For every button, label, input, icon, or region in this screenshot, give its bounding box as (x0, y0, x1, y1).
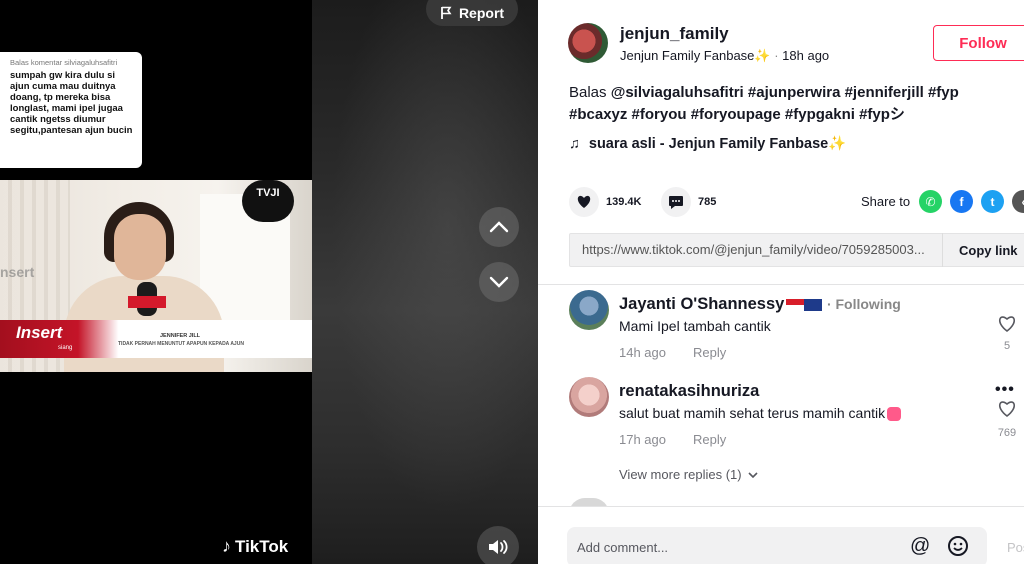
heart-face-emoji-icon (887, 407, 902, 422)
insert-watermark: nsert (0, 264, 35, 280)
insert-brand-logo: Insert (16, 323, 63, 342)
commenter-name[interactable]: renatakasihnuriza (619, 382, 759, 401)
comment-composer: @ (567, 527, 987, 564)
caption-prefix: Balas (569, 84, 611, 101)
channel-logo: TVJI (242, 180, 294, 222)
comment-time: 17h ago (619, 432, 666, 447)
reply-sticker-header: Balas komentar silviagaluhsafitri (10, 58, 118, 67)
commenter-name[interactable]: Jayanti O'Shannessy · Following (619, 295, 901, 314)
facebook-icon[interactable]: f (950, 190, 973, 213)
emoji-icon[interactable] (947, 535, 969, 562)
comment-bubble-icon[interactable] (661, 187, 691, 217)
follow-button[interactable]: Follow (933, 25, 1024, 61)
previous-video-button[interactable] (479, 207, 519, 247)
heart-icon[interactable] (569, 187, 599, 217)
copy-link-button[interactable]: Copy link (943, 243, 1018, 258)
following-badge: · Following (826, 296, 901, 312)
music-title: suara asli - Jenjun Family Fanbase✨ (588, 136, 847, 152)
commenter-avatar[interactable] (569, 377, 609, 417)
microphone-flag (128, 296, 166, 308)
author-username[interactable]: jenjun_family (620, 24, 729, 44)
comment-composer-bar: @ Post (538, 506, 1024, 564)
reply-button[interactable]: Reply (693, 345, 726, 360)
music-note-icon: ♫ (569, 135, 580, 152)
commenter-avatar[interactable] (569, 290, 609, 330)
share-label: Share to (861, 194, 911, 209)
author-subline: Jenjun Family Fanbase✨ · 18h ago (620, 48, 830, 63)
post-time: 18h ago (782, 48, 830, 63)
video-link-box: https://www.tiktok.com/@jenjun_family/vi… (569, 233, 1024, 267)
flag-icon (441, 6, 452, 19)
video-details-panel: jenjun_family Jenjun Family Fanbase✨ · 1… (538, 0, 1024, 564)
comment-like-heart-icon[interactable] (995, 400, 1019, 423)
reply-comment-sticker: Balas komentar silviagaluhsafitri sumpah… (0, 52, 142, 168)
comment-text: salut buat mamih sehat terus mamih canti… (619, 405, 902, 422)
caption-mention[interactable]: @silviagaluhsafitri (611, 84, 744, 101)
speaker-icon (489, 540, 508, 554)
comment-time: 14h ago (619, 345, 666, 360)
author-display-name: Jenjun Family Fanbase✨ (620, 48, 771, 63)
report-button[interactable]: Report (426, 0, 518, 26)
tiktok-watermark: ♪ TikTok (222, 536, 288, 557)
comment-item: Jayanti O'Shannessy · Following Mami Ipe… (569, 290, 1019, 365)
author-avatar[interactable] (568, 23, 608, 63)
music-link[interactable]: ♫ suara asli - Jenjun Family Fanbase✨ (569, 135, 847, 153)
add-comment-input[interactable] (567, 527, 897, 564)
interview-clip: nsert TVJI Insert siang JENNIFER JILL TI… (0, 180, 312, 372)
video-player[interactable]: Balas komentar silviagaluhsafitri sumpah… (0, 0, 538, 564)
comment-text: Mami Ipel tambah cantik (619, 318, 771, 334)
comment-count: 785 (698, 196, 717, 208)
comment-item: renatakasihnuriza ••• salut buat mamih s… (569, 377, 1019, 452)
lower-third-name: JENNIFER JILL (160, 333, 201, 339)
lower-third-caption: TIDAK PERNAH MENUNTUT APAPUN KEPADA AJUN (118, 341, 244, 347)
comment-like-count: 769 (997, 427, 1017, 439)
chevron-down-icon (748, 471, 758, 478)
twitter-icon[interactable]: t (981, 190, 1004, 213)
reply-button[interactable]: Reply (693, 432, 726, 447)
comment-stat[interactable]: 785 (661, 187, 716, 217)
reply-sticker-text: sumpah gw kira dulu si ajun cuma mau dui… (10, 70, 133, 136)
chevron-up-icon (489, 221, 509, 233)
report-label: Report (458, 5, 505, 21)
view-more-label: View more replies (1) (619, 467, 742, 482)
comment-text-body: salut buat mamih sehat terus mamih canti… (619, 405, 886, 421)
video-url[interactable]: https://www.tiktok.com/@jenjun_family/vi… (570, 233, 943, 267)
insert-brand-sub: siang (58, 345, 73, 351)
chevron-down-icon (489, 276, 509, 288)
whatsapp-icon[interactable]: ✆ (919, 190, 942, 213)
like-count: 139.4K (606, 196, 642, 208)
section-divider (538, 284, 1024, 285)
commenter-name-text: Jayanti O'Shannessy (619, 295, 785, 313)
video-caption: Balas @silviagaluhsafitri #ajunperwira #… (569, 82, 1019, 126)
view-more-replies-button[interactable]: View more replies (1) (619, 467, 758, 482)
comment-like-count: 5 (1003, 340, 1011, 352)
person-face (114, 214, 166, 280)
next-video-button[interactable] (479, 262, 519, 302)
post-button[interactable]: Post (1007, 540, 1024, 555)
embed-icon[interactable]: ‹ (1012, 190, 1024, 213)
volume-button[interactable] (477, 526, 519, 564)
tiktok-logo-icon: ♪ (222, 536, 231, 556)
tiktok-watermark-text: TikTok (235, 536, 289, 556)
video-frame: Balas komentar silviagaluhsafitri sumpah… (0, 0, 312, 564)
comment-like-heart-icon[interactable] (995, 315, 1019, 338)
flag-emoji-icon (786, 298, 823, 311)
more-options-icon[interactable]: ••• (995, 381, 1015, 399)
like-stat[interactable]: 139.4K (569, 187, 641, 217)
at-mention-icon[interactable]: @ (910, 535, 930, 558)
